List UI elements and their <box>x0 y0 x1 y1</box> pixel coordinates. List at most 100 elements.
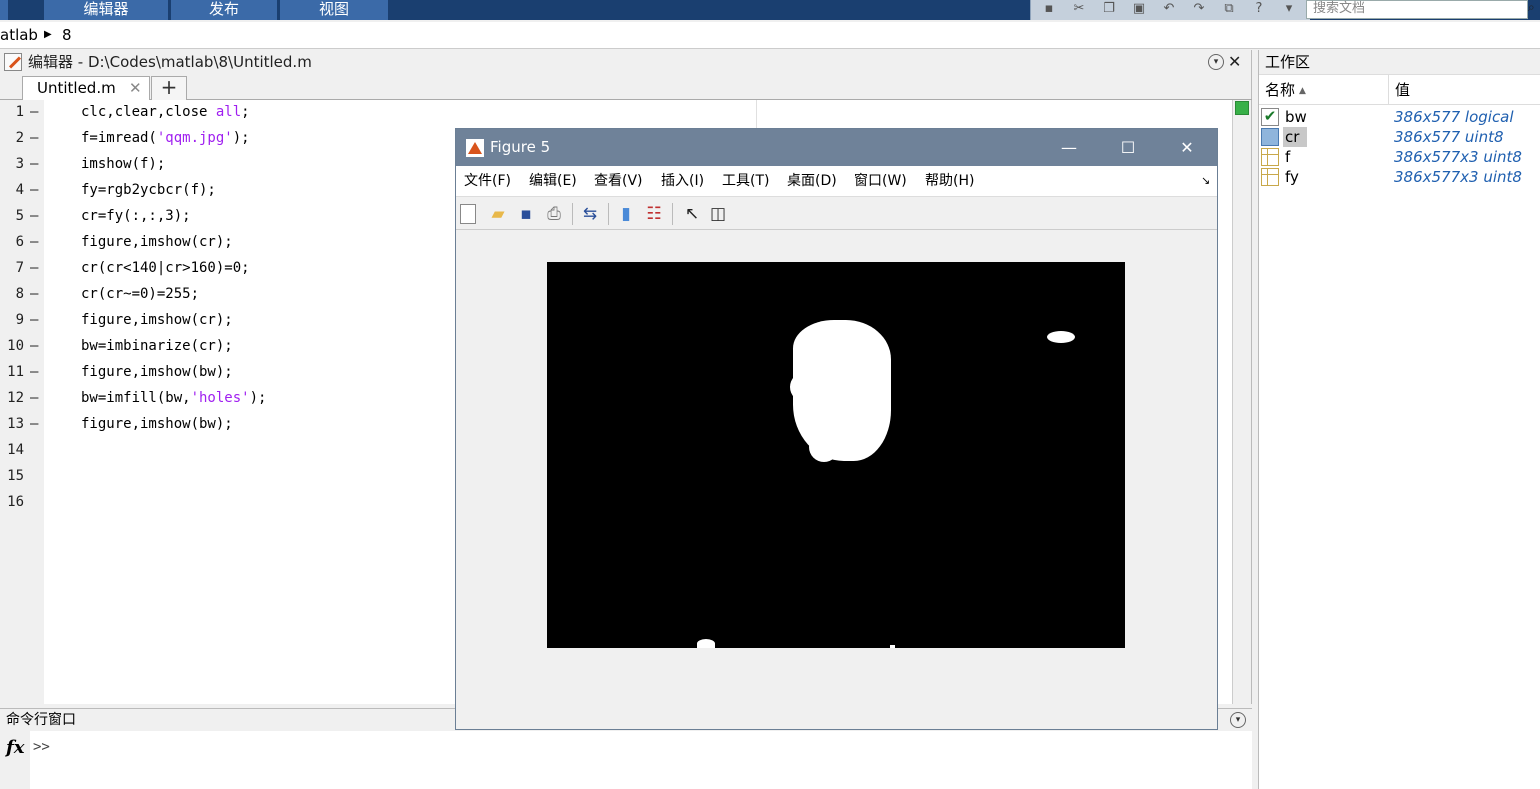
code-token: ; <box>241 104 250 120</box>
column-value-header[interactable]: 值 <box>1395 75 1410 105</box>
breadcrumb-item[interactable]: 8 <box>62 22 72 48</box>
workspace-variable-row[interactable]: cr 386x577 uint8 <box>1259 127 1540 147</box>
line-number: 9 <box>15 312 24 328</box>
ribbon-tab-editor[interactable]: 编辑器 <box>44 0 168 20</box>
figure-menu-bar: ↘ 文件(F) 编辑(E) 查看(V) 插入(I) 工具(T) 桌面(D) 窗口(W) 帮助(… <box>456 166 1217 196</box>
workspace-variable-row[interactable]: ✔ bw 386x577 logical <box>1259 107 1540 127</box>
line-number: 1 <box>15 104 24 120</box>
save-icon[interactable]: ▪ <box>516 204 536 224</box>
command-prompt[interactable]: >> <box>33 739 50 755</box>
breakpoint-marker[interactable]: — <box>30 416 38 432</box>
ribbon-tab-home[interactable] <box>0 0 8 20</box>
breakpoint-marker[interactable]: — <box>30 208 38 224</box>
code-line[interactable]: figure,imshow(bw); <box>81 364 233 380</box>
code-line[interactable]: figure,imshow(bw); <box>81 416 233 432</box>
property-editor-icon[interactable]: ◫ <box>708 204 728 224</box>
code-line[interactable]: clc,clear,close all; <box>81 104 250 120</box>
matlab-desktop: { "ribbon": { "tabs": ["P", "编辑器", "发布",… <box>0 0 1540 789</box>
code-line[interactable]: f=imread('qqm.jpg'); <box>81 130 250 146</box>
code-line[interactable]: figure,imshow(cr); <box>81 312 233 328</box>
save-icon[interactable]: ▪ <box>1041 1 1057 17</box>
close-icon[interactable]: ✕ <box>1164 129 1210 166</box>
code-token: figure,imshow(cr); <box>81 234 233 250</box>
minimize-icon[interactable]: — <box>1046 129 1092 166</box>
maximize-icon[interactable]: ☐ <box>1105 129 1151 166</box>
pointer-icon[interactable]: ↖ <box>682 204 702 224</box>
legend-icon[interactable]: ☷ <box>644 204 664 224</box>
breakpoint-marker[interactable]: — <box>30 338 38 354</box>
dock-arrow-icon[interactable]: ↘ <box>1201 166 1210 196</box>
workspace-variable-row[interactable]: fy 386x577x3 uint8 <box>1259 167 1540 187</box>
cut-icon[interactable]: ✂ <box>1071 1 1087 17</box>
ribbon-tab-view[interactable]: 视图 <box>280 0 388 20</box>
new-figure-icon[interactable] <box>460 204 476 224</box>
breakpoint-marker[interactable]: — <box>30 130 38 146</box>
line-number: 4 <box>15 182 24 198</box>
code-analyzer-indicator[interactable] <box>1235 101 1249 115</box>
close-tab-icon[interactable]: ✕ <box>129 77 142 100</box>
search-icon[interactable]: ⌕ <box>1528 0 1540 18</box>
code-line[interactable]: cr(cr~=0)=255; <box>81 286 199 302</box>
column-name-header[interactable]: 名称 <box>1265 75 1295 105</box>
sort-ascending-icon: ▲ <box>1299 86 1306 96</box>
figure-menu-item[interactable]: 工具(T) <box>722 166 769 196</box>
breakpoint-marker[interactable]: — <box>30 104 38 120</box>
code-token: fy=rgb2ycbcr(f); <box>81 182 216 198</box>
breadcrumb-item[interactable]: atlab <box>0 22 38 48</box>
breakpoint-marker[interactable]: — <box>30 156 38 172</box>
function-browser-icon[interactable]: fx <box>6 737 24 758</box>
open-icon[interactable]: ▰ <box>488 204 508 224</box>
tab-untitled[interactable]: Untitled.m ✕ <box>22 76 150 101</box>
figure-menu-item[interactable]: 文件(F) <box>464 166 511 196</box>
expand-icon[interactable]: ▾ <box>1281 1 1297 17</box>
breakpoint-marker[interactable]: — <box>30 312 38 328</box>
code-line[interactable]: bw=imfill(bw,'holes'); <box>81 390 266 406</box>
breakpoint-marker[interactable]: — <box>30 234 38 250</box>
variable-name: cr <box>1283 127 1307 147</box>
breakpoint-marker[interactable]: — <box>30 390 38 406</box>
toolbar-separator <box>572 203 573 225</box>
code-line[interactable]: imshow(f); <box>81 156 165 172</box>
print-icon[interactable]: ⎙ <box>544 204 564 224</box>
redo-icon[interactable]: ↷ <box>1191 1 1207 17</box>
white-region <box>697 639 715 648</box>
paste-icon[interactable]: ▣ <box>1131 1 1147 17</box>
new-tab-button[interactable]: + <box>151 76 187 100</box>
code-line[interactable]: fy=rgb2ycbcr(f); <box>81 182 216 198</box>
code-line[interactable]: cr=fy(:,:,3); <box>81 208 191 224</box>
figure-titlebar[interactable]: Figure 5 — ☐ ✕ <box>456 129 1217 166</box>
panel-actions-icon[interactable]: ▾ <box>1208 54 1224 70</box>
breakpoint-marker[interactable]: — <box>30 364 38 380</box>
line-number: 5 <box>15 208 24 224</box>
line-number: 16 <box>7 494 24 510</box>
undo-icon[interactable]: ↶ <box>1161 1 1177 17</box>
link-icon[interactable]: ⇆ <box>580 204 600 224</box>
help-icon[interactable]: ? <box>1251 1 1267 17</box>
breakpoint-marker[interactable]: — <box>30 260 38 276</box>
figure-menu-item[interactable]: 窗口(W) <box>854 166 907 196</box>
code-scrollbar[interactable] <box>1232 100 1250 704</box>
panel-actions-icon[interactable]: ▾ <box>1230 712 1246 728</box>
code-token: imshow(f); <box>81 156 166 172</box>
figure-menu-item[interactable]: 插入(I) <box>661 166 704 196</box>
figure-menu-item[interactable]: 帮助(H) <box>925 166 974 196</box>
figure-menu-item[interactable]: 查看(V) <box>594 166 643 196</box>
code-line[interactable]: cr(cr<140|cr>160)=0; <box>81 260 250 276</box>
ribbon-tab-publish[interactable]: 发布 <box>171 0 277 20</box>
breakpoint-marker[interactable]: — <box>30 286 38 302</box>
code-line[interactable]: bw=imbinarize(cr); <box>81 338 233 354</box>
close-icon[interactable]: ✕ <box>1228 50 1241 74</box>
figure-menu-item[interactable]: 桌面(D) <box>787 166 837 196</box>
search-docs-input[interactable]: 搜索文档 <box>1306 0 1528 19</box>
colorbar-icon[interactable]: ▮ <box>616 204 636 224</box>
current-folder-breadcrumb[interactable]: atlab ▶ 8 <box>0 22 1540 49</box>
code-token: ); <box>249 390 267 406</box>
breakpoint-marker[interactable]: — <box>30 182 38 198</box>
editor-icon <box>4 53 22 71</box>
workspace-variable-row[interactable]: f 386x577x3 uint8 <box>1259 147 1540 167</box>
copy-icon[interactable]: ❐ <box>1101 1 1117 17</box>
figure-menu-item[interactable]: 编辑(E) <box>529 166 577 196</box>
code-line[interactable]: figure,imshow(cr); <box>81 234 233 250</box>
column-divider[interactable] <box>1388 75 1389 105</box>
switch-windows-icon[interactable]: ⧉ <box>1221 1 1237 17</box>
